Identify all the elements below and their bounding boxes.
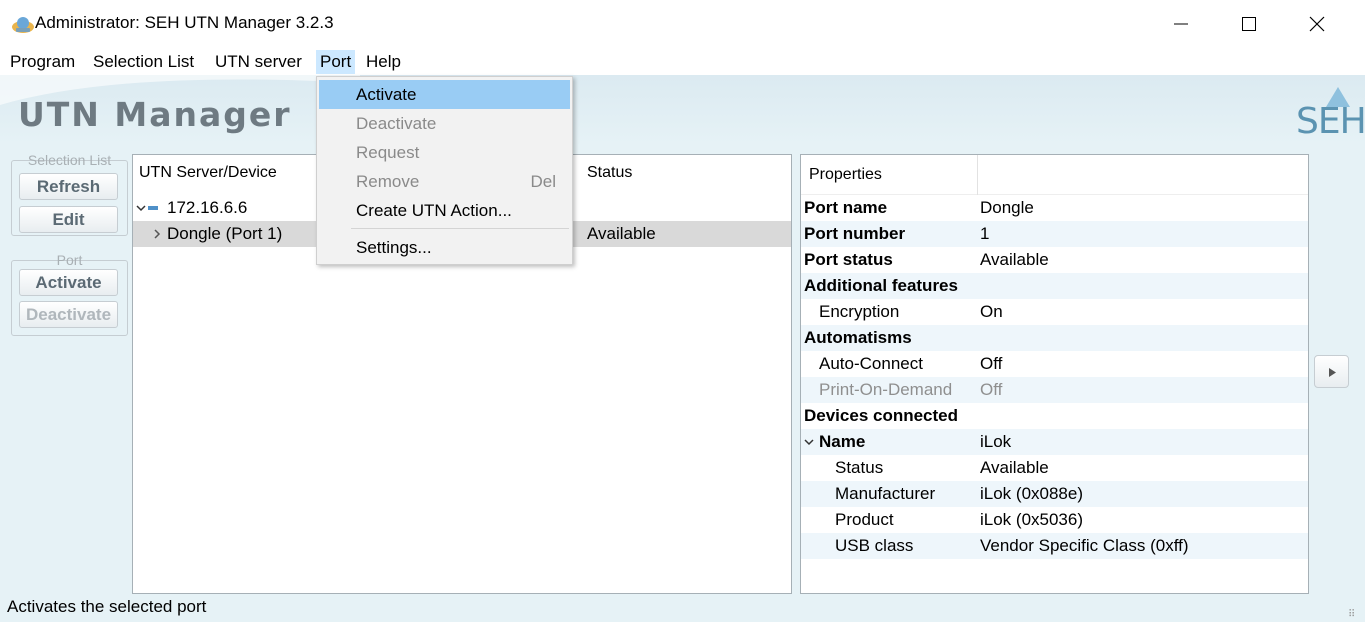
title-bar: Administrator: SEH UTN Manager 3.2.3 — [0, 0, 1365, 47]
menu-item-activate[interactable]: Activate — [319, 80, 570, 109]
prop-section-title: Additional features — [804, 276, 958, 295]
minimize-icon — [1174, 23, 1188, 24]
prop-section: Devices connected — [801, 403, 1308, 429]
deactivate-button[interactable]: Deactivate — [19, 301, 118, 328]
menu-item-remove[interactable]: Remove Del — [319, 167, 570, 196]
banner: UTN Manager SEH — [0, 75, 1365, 145]
prop-key: Port name — [804, 198, 888, 217]
column-header-device[interactable]: UTN Server/Device — [139, 155, 277, 191]
prop-value: Off — [980, 380, 1003, 399]
properties-panel: Properties Port name Dongle Port number 1 … — [800, 154, 1309, 594]
prop-row: Product iLok (0x5036) — [801, 507, 1308, 533]
prop-row: Port name Dongle — [801, 195, 1308, 221]
tree-row-label: 172.16.6.6 — [167, 198, 248, 217]
chevron-right-icon[interactable] — [153, 229, 161, 239]
status-bar-text: Activates the selected port — [7, 597, 207, 616]
main-area: UTN Manager SEH Selection List Refresh E… — [0, 75, 1365, 622]
menu-item-request[interactable]: Request — [319, 138, 570, 167]
menu-bar: Program Selection List UTN server Port H… — [0, 47, 1365, 75]
prop-key: Manufacturer — [835, 484, 936, 503]
prop-section: Additional features — [801, 273, 1308, 299]
menu-selection-list[interactable]: Selection List — [89, 50, 198, 74]
app-globe-icon — [12, 17, 34, 33]
menu-item-deactivate[interactable]: Deactivate — [319, 109, 570, 138]
prop-row[interactable]: Name iLok — [801, 429, 1308, 455]
chevron-down-icon[interactable] — [136, 203, 146, 213]
prop-value: iLok (0x088e) — [980, 484, 1084, 503]
refresh-button[interactable]: Refresh — [19, 173, 118, 200]
prop-key: Product — [835, 510, 894, 529]
chevron-down-icon[interactable] — [804, 438, 814, 447]
menu-item-create-utn-action[interactable]: Create UTN Action... — [319, 196, 570, 225]
prop-value: On — [980, 302, 1003, 321]
tree-row-status: Available — [587, 224, 656, 243]
selection-list-group-label: Selection List — [27, 152, 112, 168]
prop-key: Print-On-Demand — [819, 380, 953, 399]
activate-button[interactable]: Activate — [19, 269, 118, 296]
prop-row: Print-On-Demand Off — [801, 377, 1308, 403]
triangle-right-icon — [1329, 368, 1336, 377]
prop-section-title: Automatisms — [804, 328, 912, 347]
selection-list-group: Selection List Refresh Edit — [11, 152, 128, 236]
prop-key: USB class — [835, 536, 914, 555]
menu-item-settings[interactable]: Settings... — [319, 233, 570, 262]
prop-key: Auto-Connect — [819, 354, 923, 373]
close-button[interactable] — [1294, 0, 1340, 47]
prop-value: iLok (0x5036) — [980, 510, 1084, 529]
prop-value: Vendor Specific Class (0xff) — [980, 536, 1189, 555]
properties-header: Properties — [801, 155, 1308, 195]
menu-program[interactable]: Program — [6, 50, 79, 74]
menu-help[interactable]: Help — [362, 50, 405, 74]
maximize-button[interactable] — [1226, 0, 1272, 47]
seh-logo-triangle — [1326, 87, 1350, 107]
prop-value: Available — [980, 250, 1049, 269]
prop-value: Available — [980, 458, 1049, 477]
menu-item-shortcut: Del — [530, 172, 556, 191]
prop-section-title: Devices connected — [804, 406, 959, 425]
column-divider — [977, 155, 978, 195]
minimize-button[interactable] — [1158, 0, 1204, 47]
port-group: Port Activate Deactivate — [11, 252, 128, 336]
tree-row-label: Dongle (Port 1) — [167, 224, 283, 243]
column-header-status[interactable]: Status — [587, 155, 632, 191]
menu-utn-server[interactable]: UTN server — [211, 50, 306, 74]
port-menu-dropdown: Activate Deactivate Request Remove Del C… — [316, 76, 573, 265]
prop-row: Port number 1 — [801, 221, 1308, 247]
menu-item-label: Remove — [356, 172, 420, 191]
expand-panel-button[interactable] — [1314, 355, 1349, 388]
properties-header-label: Properties — [809, 166, 882, 183]
menu-separator — [351, 228, 569, 229]
prop-section: Automatisms — [801, 325, 1308, 351]
prop-row: USB class Vendor Specific Class (0xff) — [801, 533, 1308, 559]
resize-grip-icon[interactable]: ⠿ — [1348, 609, 1355, 620]
prop-key: Status — [835, 458, 884, 477]
port-group-label: Port — [56, 252, 83, 268]
prop-row: Port status Available — [801, 247, 1308, 273]
prop-row: Auto-Connect Off — [801, 351, 1308, 377]
window-title: Administrator: SEH UTN Manager 3.2.3 — [35, 13, 334, 32]
prop-key: Encryption — [819, 302, 900, 321]
prop-key: Port status — [804, 250, 893, 269]
prop-row: Status Available — [801, 455, 1308, 481]
maximize-icon — [1242, 16, 1256, 31]
server-icon — [148, 206, 158, 210]
prop-value: iLok — [980, 432, 1012, 451]
prop-key: Name — [819, 432, 866, 451]
prop-value: Dongle — [980, 198, 1034, 217]
prop-key: Port number — [804, 224, 906, 243]
prop-value: 1 — [980, 224, 990, 243]
prop-row: Manufacturer iLok (0x088e) — [801, 481, 1308, 507]
banner-title: UTN Manager — [18, 95, 292, 134]
prop-row: Encryption On — [801, 299, 1308, 325]
close-icon — [1309, 16, 1325, 31]
menu-port[interactable]: Port — [316, 50, 356, 74]
prop-value: Off — [980, 354, 1003, 373]
edit-button[interactable]: Edit — [19, 206, 118, 233]
